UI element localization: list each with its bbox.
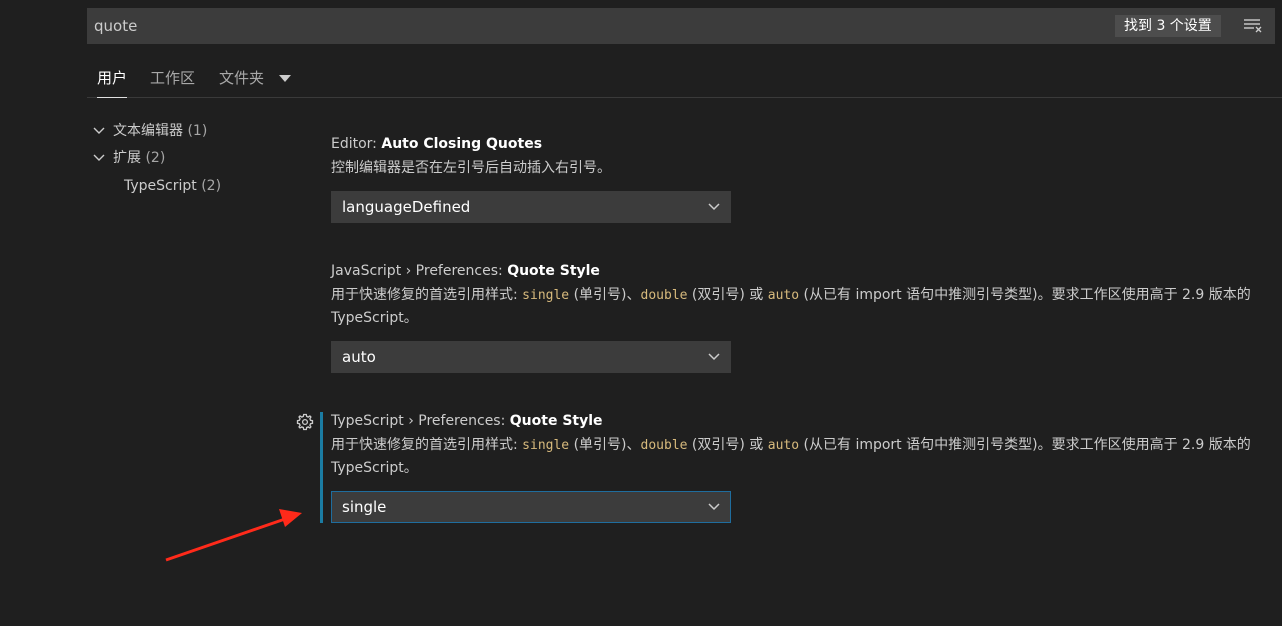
- typescript-quote-style-select[interactable]: single: [331, 491, 731, 523]
- chevron-down-icon: [93, 154, 105, 161]
- toc-item-count: (2): [145, 150, 166, 166]
- tab-user[interactable]: 用户: [97, 62, 128, 98]
- toc-item-label: TypeScript: [124, 178, 197, 194]
- chevron-down-icon: [708, 503, 720, 511]
- select-value: auto: [342, 348, 376, 366]
- setting-description: 用于快速修复的首选引用样式: single (单引号)、double (双引号)…: [331, 287, 1251, 326]
- setting-editor-auto-closing-quotes: Editor: Auto Closing Quotes 控制编辑器是否在左引号后…: [331, 134, 1276, 223]
- toc-item-count: (1): [187, 123, 208, 139]
- tab-workspace[interactable]: 工作区: [150, 62, 195, 97]
- chevron-down-icon: [708, 203, 720, 211]
- select-value: single: [342, 498, 387, 516]
- clear-filter-icon[interactable]: [1243, 17, 1263, 35]
- javascript-quote-style-select[interactable]: auto: [331, 341, 731, 373]
- chevron-down-icon: [93, 127, 105, 134]
- setting-title: JavaScript › Preferences: Quote Style: [331, 263, 600, 279]
- settings-scope-tabs: 用户 工作区 文件夹: [87, 62, 1282, 98]
- settings-search-input[interactable]: [87, 8, 1087, 44]
- select-value: languageDefined: [342, 198, 471, 216]
- modified-indicator: [320, 412, 323, 523]
- gear-icon[interactable]: [296, 413, 314, 431]
- setting-description: 用于快速修复的首选引用样式: single (单引号)、double (双引号)…: [331, 437, 1251, 476]
- settings-search-bar: 找到 3 个设置: [87, 8, 1275, 44]
- chevron-down-icon: [708, 353, 720, 361]
- auto-closing-quotes-select[interactable]: languageDefined: [331, 191, 731, 223]
- toc-item-label: 文本编辑器: [113, 123, 183, 139]
- setting-typescript-quote-style: TypeScript › Preferences: Quote Style 用于…: [331, 411, 1276, 523]
- toc-item-label: 扩展: [113, 150, 141, 166]
- search-result-count: 找到 3 个设置: [1115, 15, 1221, 37]
- setting-javascript-quote-style: JavaScript › Preferences: Quote Style 用于…: [331, 261, 1276, 373]
- folder-dropdown-icon[interactable]: [279, 73, 291, 83]
- toc-item-count: (2): [201, 178, 222, 194]
- setting-title: Editor: Auto Closing Quotes: [331, 136, 543, 152]
- tab-folder[interactable]: 文件夹: [219, 62, 264, 97]
- setting-title: TypeScript › Preferences: Quote Style: [331, 413, 603, 429]
- toc-item-typescript[interactable]: TypeScript (2): [124, 175, 221, 197]
- setting-description: 控制编辑器是否在左引号后自动插入右引号。: [331, 160, 611, 176]
